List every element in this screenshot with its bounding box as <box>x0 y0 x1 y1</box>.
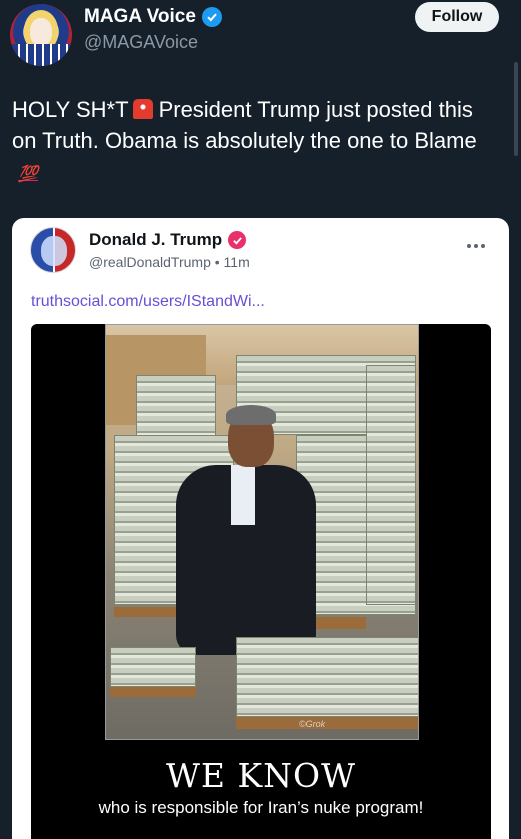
embedded-post-card[interactable]: Donald J. Trump @realDonaldTrump • 11m t… <box>12 218 509 839</box>
post-link[interactable]: truthsocial.com/users/IStandWi... <box>31 293 265 311</box>
tweet-text: HOLY SH*T President Trump just posted thi… <box>12 94 502 190</box>
author-name-label: Donald J. Trump <box>89 230 223 249</box>
author-avatar[interactable] <box>30 227 76 273</box>
money-stack <box>110 647 196 687</box>
ellipsis-icon[interactable] <box>467 240 491 252</box>
account-handle[interactable]: @MAGAVoice <box>84 32 198 53</box>
police-siren-icon <box>132 99 153 119</box>
pallet <box>236 717 418 729</box>
dot-separator: • <box>214 254 220 270</box>
poster-title: WE KNOW <box>166 756 356 795</box>
author-handle[interactable]: @realDonaldTrump <box>89 254 211 270</box>
money-stack <box>366 365 416 605</box>
account-avatar[interactable] <box>10 4 72 66</box>
poster-watermark: ©Grok <box>299 719 326 729</box>
follow-button[interactable]: Follow <box>415 2 499 32</box>
poster-image[interactable]: ©Grok WE KNOW who is responsible for Ira… <box>31 324 491 839</box>
truth-verified-badge-icon <box>228 231 247 249</box>
poster-subtitle: who is responsible for Iran’s nuke progr… <box>98 798 424 817</box>
poster-photo <box>105 324 419 740</box>
author-avatar-head <box>41 236 67 266</box>
author-handle-line: @realDonaldTrump • 11m <box>89 254 250 270</box>
hundred-points-icon: 💯 <box>18 166 38 183</box>
verified-badge-icon <box>201 7 222 27</box>
person-shirt <box>231 465 255 525</box>
post-time: 11m <box>223 254 250 270</box>
scrollbar[interactable] <box>514 62 518 156</box>
pallet <box>110 687 196 697</box>
account-name-label: MAGA Voice <box>84 6 196 27</box>
tweet-text-part1: HOLY SH*T <box>12 97 129 122</box>
account-name[interactable]: MAGA Voice <box>84 6 222 28</box>
avatar-face <box>30 18 52 46</box>
money-stack <box>236 637 418 717</box>
author-name[interactable]: Donald J. Trump <box>89 230 247 250</box>
avatar-flag <box>12 44 70 66</box>
person-hair <box>226 405 276 425</box>
